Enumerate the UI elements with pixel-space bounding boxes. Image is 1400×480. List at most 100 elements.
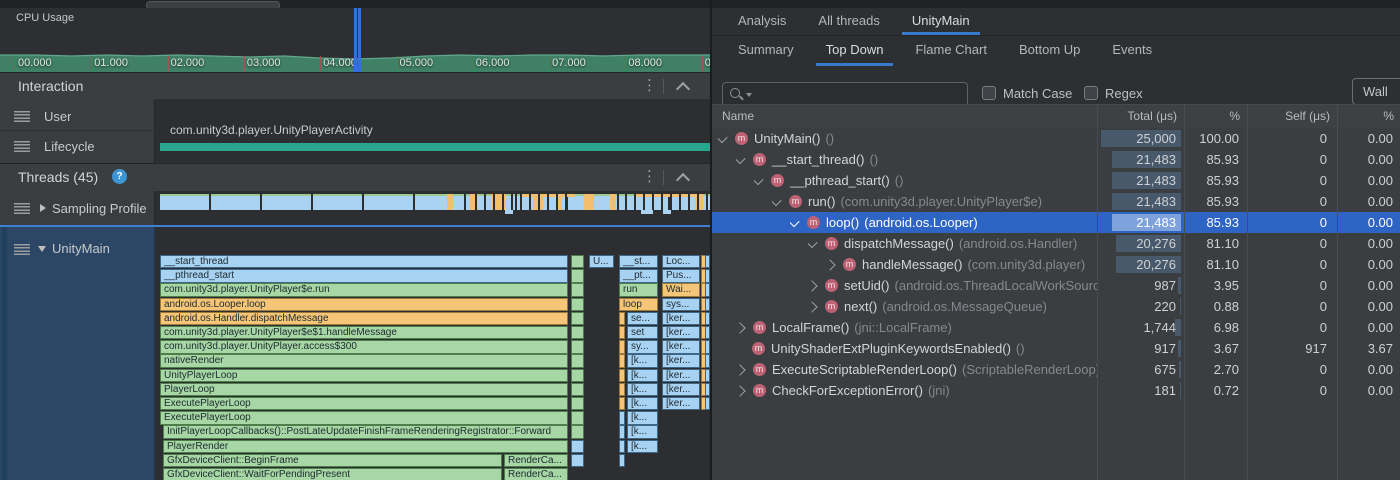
table-row[interactable]: mUnityMain()()25,000100.0000.00 [712,128,1400,149]
flame-segment[interactable] [571,312,584,325]
flame-segment[interactable]: [k... [627,383,658,396]
column-separator[interactable] [1337,105,1338,480]
threads-more-options-icon[interactable]: ⋮ [642,168,656,186]
expand-chevron-icon[interactable] [772,194,782,205]
flame-segment[interactable]: InitPlayerLoopCallbacks()::PostLateUpdat… [163,425,568,438]
flame-segment[interactable]: sy... [627,340,658,353]
help-icon[interactable]: ? [112,169,127,184]
flame-segment[interactable]: [k... [627,369,658,382]
flame-segment[interactable]: nativeRender [160,354,568,367]
flame-segment[interactable]: RenderCa... [504,454,568,467]
table-row[interactable]: m__pthread_start()()21,48385.9300.00 [712,170,1400,191]
lifecycle-event-bar[interactable] [160,143,710,151]
flame-segment[interactable]: [k... [627,440,658,453]
table-row[interactable]: mloop()(android.os.Looper)21,48385.9300.… [712,212,1400,233]
table-row[interactable]: mCheckForExceptionError()(jni)1810.7200.… [712,380,1400,401]
expand-chevron-icon[interactable] [754,173,764,184]
flame-segment[interactable]: PlayerLoop [160,383,568,396]
table-row[interactable]: mhandleMessage()(com.unity3d.player)20,2… [712,254,1400,275]
flame-segment[interactable]: GfxDeviceClient::BeginFrame [163,454,502,467]
flame-segment[interactable] [571,298,584,311]
expand-chevron-icon[interactable] [808,280,818,291]
playhead-line-right[interactable] [358,8,361,72]
flame-segment[interactable] [619,397,625,410]
column-separator[interactable] [1097,105,1098,480]
flame-segment[interactable]: __st... [619,255,658,268]
flame-segment[interactable]: __start_thread [160,255,568,268]
column-header-self-pct[interactable]: % [1337,109,1394,123]
flame-segment[interactable]: RenderCa... [504,468,568,480]
flame-segment[interactable]: [ker... [662,354,700,367]
flame-segment[interactable] [571,397,584,410]
flame-segment[interactable]: com.unity3d.player.UnityPlayer.access$30… [160,340,568,353]
tab-unitymain[interactable]: UnityMain [902,8,980,35]
flame-segment[interactable]: se... [627,312,658,325]
flame-segment[interactable]: sys... [662,298,700,311]
clock-type-dropdown[interactable]: Wall [1352,78,1400,105]
flame-segment[interactable]: com.unity3d.player.UnityPlayer$e.run [160,283,568,296]
flame-segment[interactable]: GfxDeviceClient::WaitForPendingPresent [163,468,502,480]
drag-handle-icon[interactable] [14,203,30,214]
flame-segment[interactable]: [ker... [662,369,700,382]
expand-chevron-icon[interactable] [826,259,836,270]
flame-segment[interactable] [571,454,584,467]
flame-segment[interactable]: android.os.Looper.loop [160,298,568,311]
flame-segment[interactable] [619,440,625,453]
flame-segment[interactable] [619,425,625,438]
flame-segment[interactable] [619,312,625,325]
tab-flame-chart[interactable]: Flame Chart [905,36,997,66]
interaction-collapse-icon[interactable] [676,82,690,96]
table-row[interactable]: mUnityShaderExtPluginKeywordsEnabled()()… [712,338,1400,359]
tab-bottom-up[interactable]: Bottom Up [1009,36,1090,66]
flame-segment[interactable] [571,255,584,268]
expand-chevron-icon[interactable] [736,152,746,163]
flame-segment[interactable] [571,425,584,438]
flame-segment[interactable] [571,383,584,396]
search-options-caret-icon[interactable] [746,93,752,97]
playhead-line-left[interactable] [354,8,357,72]
flame-segment[interactable] [619,326,625,339]
table-row[interactable]: mdispatchMessage()(android.os.Handler)20… [712,233,1400,254]
flame-segment[interactable] [571,269,584,282]
flame-segment[interactable]: [k... [627,425,658,438]
flame-segment[interactable] [619,454,625,467]
column-header-total-pct[interactable]: % [1184,109,1240,123]
flame-segment[interactable] [619,411,625,424]
flame-segment[interactable]: [ker... [662,340,700,353]
expand-chevron-icon[interactable] [736,364,746,375]
flame-segment[interactable]: U... [589,255,614,268]
expand-chevron-icon[interactable] [808,236,818,247]
flame-segment[interactable]: [ker... [662,383,700,396]
interaction-more-options-icon[interactable]: ⋮ [642,77,656,95]
flame-segment[interactable]: [k... [627,354,658,367]
cpu-usage-chart[interactable]: CPU Usage 00.00001.00002.00003.00004.000… [0,8,710,72]
flame-segment[interactable]: com.unity3d.player.UnityPlayer$e$1.handl… [160,326,568,339]
flame-segment[interactable] [619,383,625,396]
flame-segment[interactable]: loop [619,298,658,311]
expand-triangle-icon[interactable] [40,204,46,212]
column-header-name[interactable]: Name [722,109,754,123]
flame-segment[interactable] [571,411,584,424]
tab-all-threads[interactable]: All threads [808,8,889,35]
drag-handle-icon[interactable] [14,141,30,152]
flame-segment[interactable]: Wai... [662,283,700,296]
flame-segment[interactable]: UnityPlayerLoop [160,369,568,382]
regex-checkbox[interactable] [1084,86,1098,100]
flame-segment[interactable] [571,340,584,353]
flame-segment[interactable] [571,354,584,367]
flame-segment[interactable]: [k... [627,411,658,424]
flame-segment[interactable]: __pt... [619,269,658,282]
column-header-total[interactable]: Total (μs) [1097,109,1177,123]
flame-segment[interactable]: ExecutePlayerLoop [160,411,568,424]
sampling-profile-strip[interactable] [160,194,710,210]
flame-segment[interactable]: __pthread_start [160,269,568,282]
flame-segment[interactable] [619,340,625,353]
flame-segment[interactable] [571,326,584,339]
flame-segment[interactable]: Loc... [662,255,700,268]
flame-segment[interactable]: [ker... [662,397,700,410]
drag-handle-icon[interactable] [14,111,30,122]
flame-segment[interactable]: android.os.Handler.dispatchMessage [160,312,568,325]
flame-segment[interactable] [571,440,584,453]
flame-segment[interactable]: ExecutePlayerLoop [160,397,568,410]
flame-segment[interactable] [619,354,625,367]
